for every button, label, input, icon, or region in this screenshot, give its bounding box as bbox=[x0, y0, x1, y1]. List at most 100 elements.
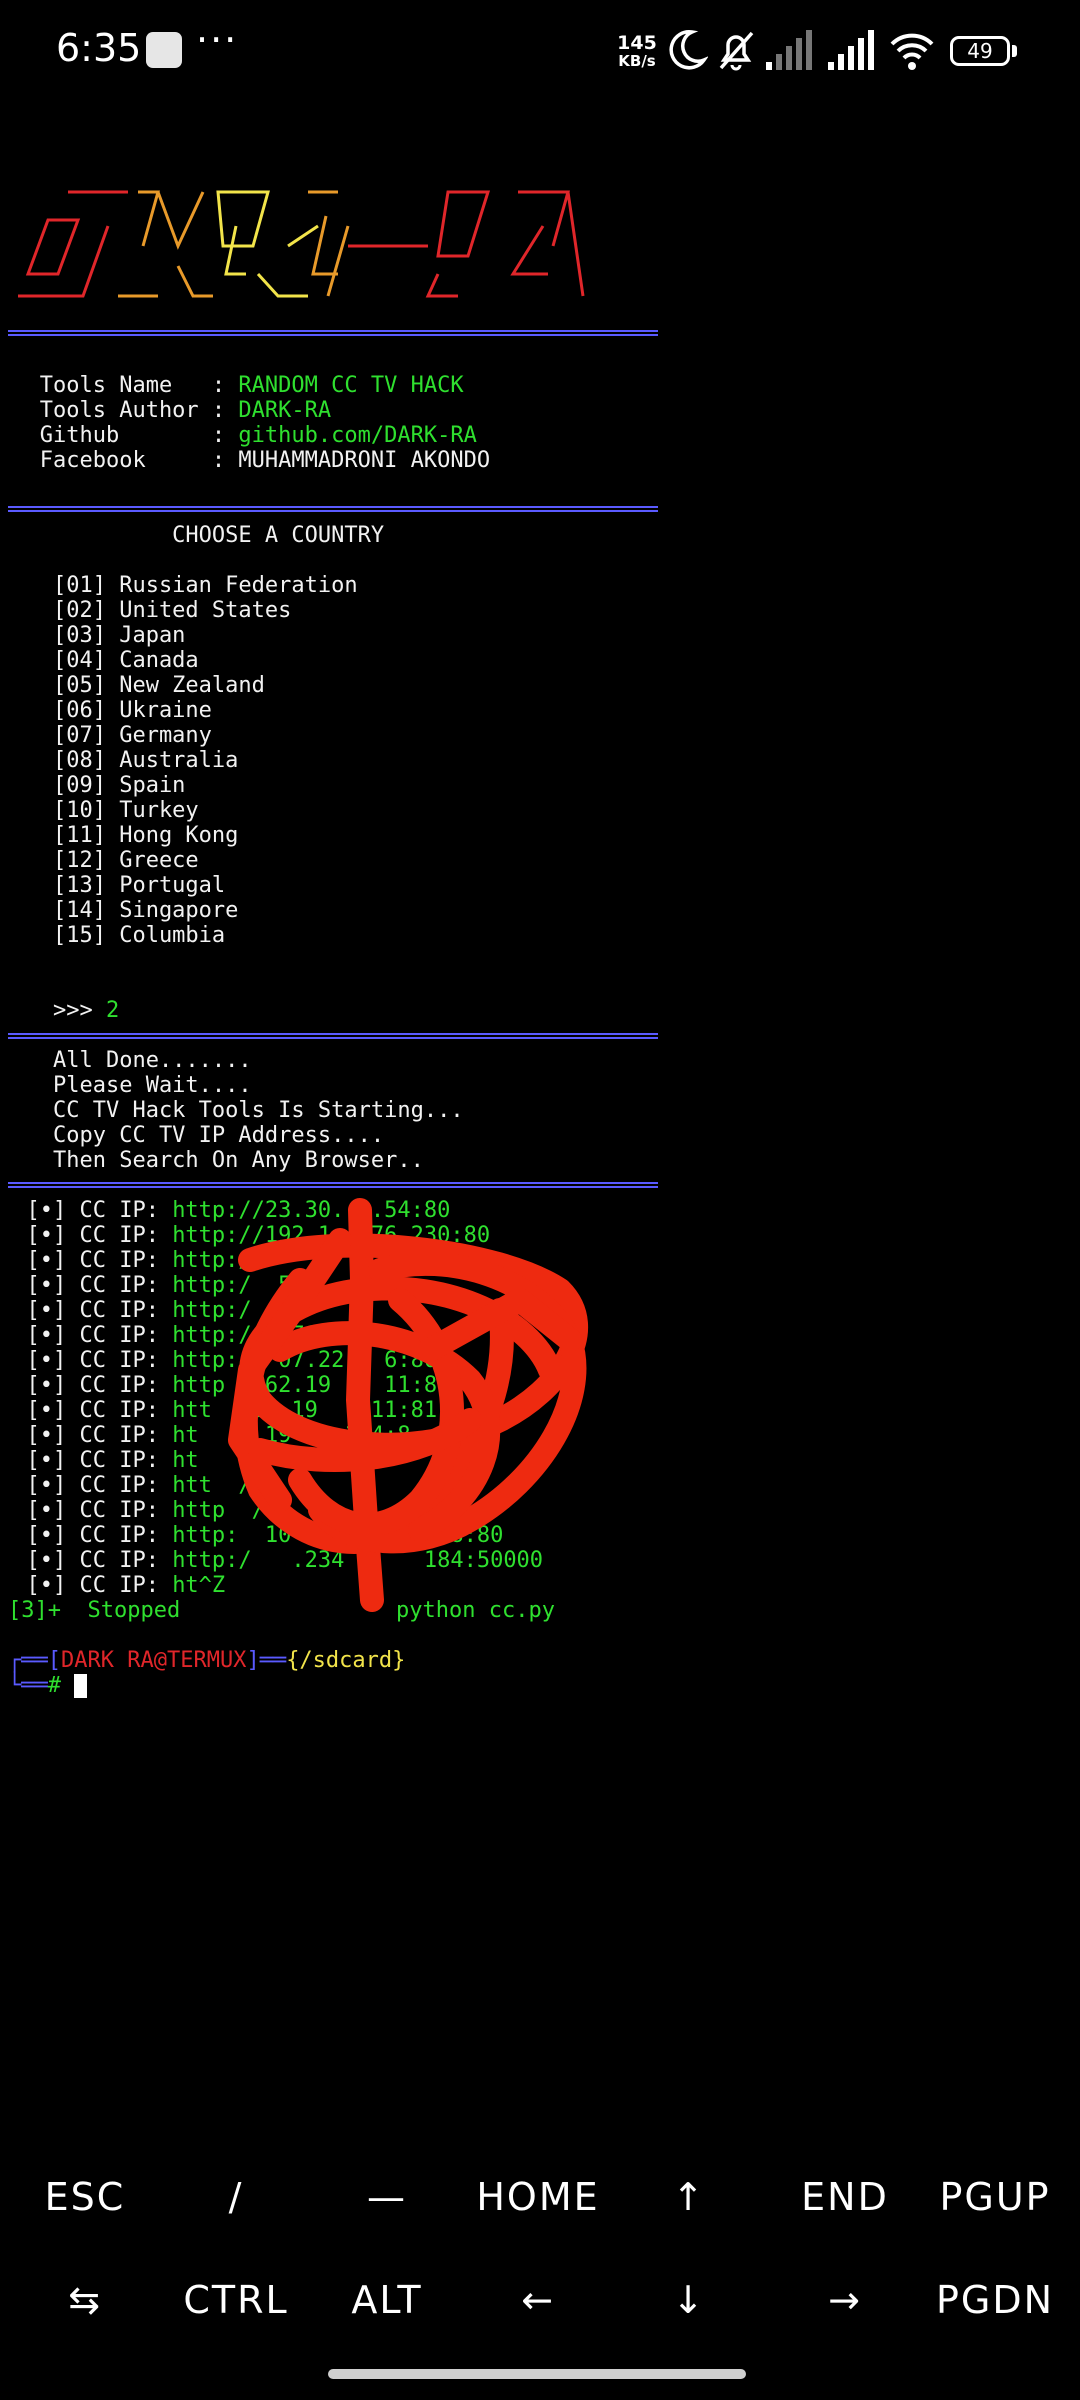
result-url: http 62.19 11:82 bbox=[172, 1373, 451, 1398]
job-command: python cc.py bbox=[396, 1598, 555, 1623]
result-line: [•] CC IP: http: 10^X . 198:80 bbox=[0, 1523, 503, 1548]
result-prefix: [•] CC IP: bbox=[0, 1523, 173, 1548]
key-ctrl[interactable]: CTRL bbox=[161, 2278, 311, 2322]
progress-line: All Done....... bbox=[0, 1048, 252, 1073]
result-line: [•] CC IP: http:/ /78. bbox=[0, 1323, 331, 1348]
prompt-path: {/sdcard} bbox=[286, 1648, 406, 1673]
info-value: MUHAMMADRONI AKONDO bbox=[238, 448, 491, 473]
menu-item: [05] New Zealand bbox=[0, 673, 265, 698]
separator bbox=[8, 1182, 658, 1188]
key-left-arrow[interactable]: ← bbox=[463, 2278, 613, 2322]
separator bbox=[8, 330, 658, 336]
result-url: ht^Z bbox=[172, 1573, 226, 1598]
gesture-navigation-bar[interactable] bbox=[328, 2369, 746, 2379]
info-value: github.com/DARK-RA bbox=[238, 423, 477, 448]
shell-prompt-bottom[interactable]: └══# bbox=[8, 1673, 88, 1698]
result-prefix: [•] CC IP: bbox=[0, 1298, 173, 1323]
result-line: [•] CC IP: http:/ 5. bbox=[0, 1273, 305, 1298]
info-github: Github : github.com/DARK-RA bbox=[0, 423, 477, 448]
info-tools-author: Tools Author : DARK-RA bbox=[0, 398, 331, 423]
result-line: [•] CC IP: htt 52.19 11:81 bbox=[0, 1398, 437, 1423]
info-facebook: Facebook : MUHAMMADRONI AKONDO bbox=[0, 448, 490, 473]
prompt-hash: # bbox=[47, 1673, 75, 1698]
prompt-user-host: DARK RA@TERMUX bbox=[61, 1648, 247, 1673]
result-url: http:/ bbox=[172, 1298, 252, 1323]
prompt-marker: >>> bbox=[0, 998, 106, 1023]
info-value: DARK-RA bbox=[238, 398, 332, 423]
info-tools-name: Tools Name : RANDOM CC TV HACK bbox=[0, 373, 464, 398]
result-url: http:/ .90 bbox=[172, 1248, 477, 1273]
key-end[interactable]: END bbox=[770, 2175, 920, 2219]
result-line: [•] CC IP: http 62.19 11:82 bbox=[0, 1373, 450, 1398]
key-esc[interactable]: ESC bbox=[10, 2175, 160, 2219]
result-line: [•] CC IP: htt /9 bbox=[0, 1473, 264, 1498]
prompt-separator: ══ bbox=[259, 1648, 287, 1673]
result-url: http:/ /78. bbox=[172, 1323, 332, 1348]
result-url: http://23.30. .54:80 bbox=[172, 1198, 451, 1223]
menu-input: 2 bbox=[105, 998, 120, 1023]
prompt-bracket: [ bbox=[47, 1648, 61, 1673]
result-prefix: [•] CC IP: bbox=[0, 1223, 173, 1248]
result-line: [•] CC IP: ht 7 74:8 bbox=[0, 1448, 384, 1473]
text-cursor bbox=[74, 1674, 88, 1698]
result-prefix: [•] CC IP: bbox=[0, 1323, 173, 1348]
info-label: Tools Name : bbox=[0, 373, 239, 398]
result-prefix: [•] CC IP: bbox=[0, 1473, 173, 1498]
prompt-corner: ┌══ bbox=[8, 1648, 48, 1673]
result-prefix: [•] CC IP: bbox=[0, 1248, 173, 1273]
result-prefix: [•] CC IP: bbox=[0, 1348, 173, 1373]
key-home[interactable]: HOME bbox=[463, 2175, 613, 2219]
menu-item: [14] Singapore bbox=[0, 898, 239, 923]
info-label: Facebook : bbox=[0, 448, 239, 473]
menu-item: [11] Hong Kong bbox=[0, 823, 239, 848]
progress-line: Then Search On Any Browser.. bbox=[0, 1148, 424, 1173]
result-line: [•] CC IP: http://23.30. .54:80 bbox=[0, 1198, 450, 1223]
menu-item: [03] Japan bbox=[0, 623, 186, 648]
menu-item: [09] Spain bbox=[0, 773, 186, 798]
menu-item: [06] Ukraine bbox=[0, 698, 212, 723]
menu-item: [04] Canada bbox=[0, 648, 199, 673]
result-prefix: [•] CC IP: bbox=[0, 1373, 173, 1398]
menu-title: CHOOSE A COUNTRY bbox=[0, 523, 385, 548]
result-prefix: [•] CC IP: bbox=[0, 1398, 173, 1423]
result-line: [•] CC IP: http://192.1 76.230:80 bbox=[0, 1223, 490, 1248]
shell-prompt-top: ┌══[DARK RA@TERMUX]══{/sdcard} bbox=[8, 1648, 405, 1673]
result-url: http /98. 46: bbox=[172, 1498, 464, 1523]
separator bbox=[8, 1033, 658, 1039]
result-prefix: [•] CC IP: bbox=[0, 1498, 173, 1523]
key-tab[interactable]: ⇆ bbox=[10, 2278, 160, 2322]
separator bbox=[8, 506, 658, 512]
result-line: [•] CC IP: http: 07.22 6:808 bbox=[0, 1348, 450, 1373]
progress-line: Please Wait.... bbox=[0, 1073, 252, 1098]
result-line: [•] CC IP: http:/ .234 184:50000 bbox=[0, 1548, 543, 1573]
info-label: Tools Author : bbox=[0, 398, 239, 423]
menu-prompt: >>> 2 bbox=[0, 998, 119, 1023]
result-url: ht .19 144:8 bbox=[172, 1423, 411, 1448]
terminal-screen[interactable]: Tools Name : RANDOM CC TV HACK Tools Aut… bbox=[0, 0, 1080, 2150]
menu-item: [12] Greece bbox=[0, 848, 199, 873]
menu-item: [10] Turkey bbox=[0, 798, 199, 823]
key-slash[interactable]: / bbox=[161, 2175, 311, 2219]
menu-item: [01] Russian Federation bbox=[0, 573, 358, 598]
info-label: Github : bbox=[0, 423, 239, 448]
result-url: ht 7 74:8 bbox=[172, 1448, 385, 1473]
result-url: htt 52.19 11:81 bbox=[172, 1398, 438, 1423]
result-prefix: [•] CC IP: bbox=[0, 1273, 173, 1298]
result-prefix: [•] CC IP: bbox=[0, 1423, 173, 1448]
result-prefix: [•] CC IP: bbox=[0, 1198, 173, 1223]
result-prefix: [•] CC IP: bbox=[0, 1548, 173, 1573]
key-alt[interactable]: ALT bbox=[312, 2278, 462, 2322]
result-url: http: 10^X . 198:80 bbox=[172, 1523, 504, 1548]
key-up-arrow[interactable]: ↑ bbox=[614, 2175, 764, 2219]
key-pgup[interactable]: PGUP bbox=[920, 2175, 1070, 2219]
key-pgdn[interactable]: PGDN bbox=[920, 2278, 1070, 2322]
result-prefix: [•] CC IP: bbox=[0, 1573, 173, 1598]
progress-line: Copy CC TV IP Address.... bbox=[0, 1123, 385, 1148]
result-line: [•] CC IP: http /98. 46: bbox=[0, 1498, 464, 1523]
key-right-arrow[interactable]: → bbox=[770, 2278, 920, 2322]
menu-item: [13] Portugal bbox=[0, 873, 226, 898]
key-down-arrow[interactable]: ↓ bbox=[614, 2278, 764, 2322]
result-url: http:/ 5. bbox=[172, 1273, 305, 1298]
key-dash[interactable]: — bbox=[312, 2175, 462, 2219]
prompt-bracket: ] bbox=[246, 1648, 260, 1673]
